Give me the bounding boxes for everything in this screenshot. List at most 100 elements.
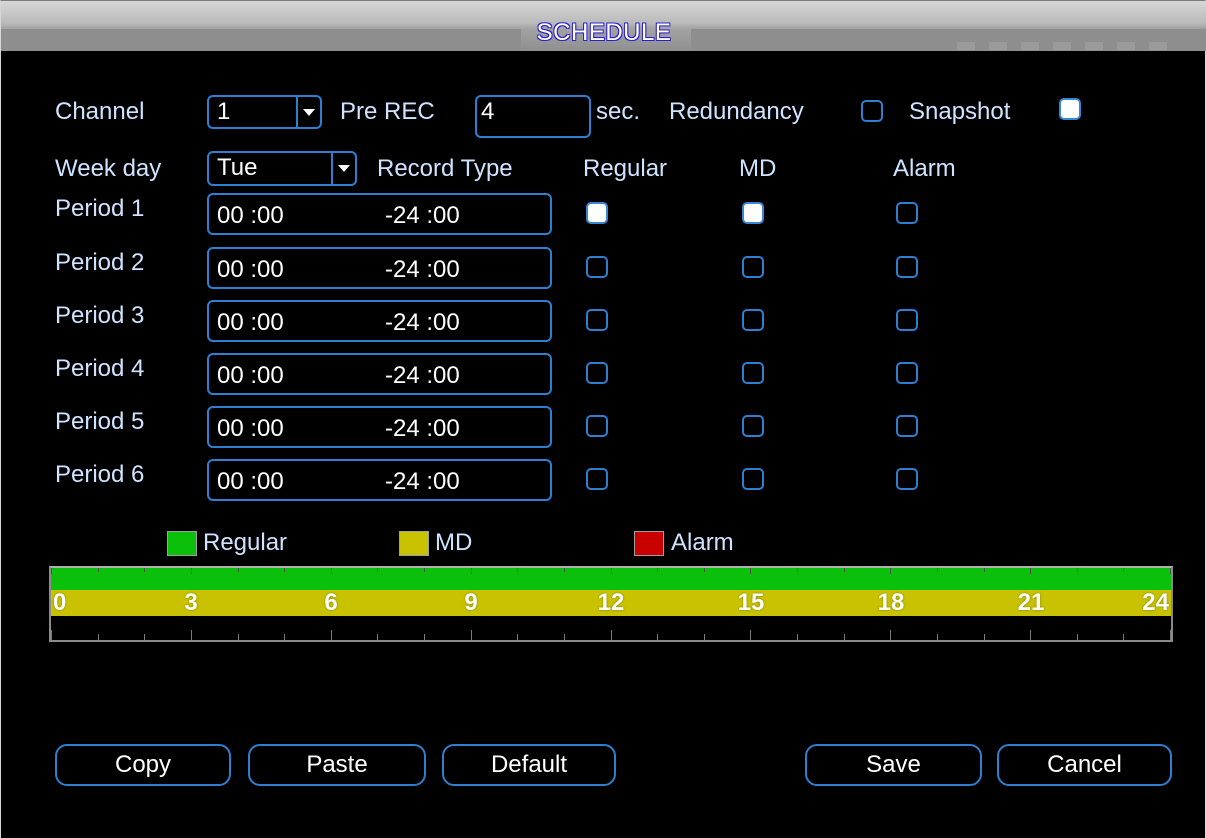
period-time-range[interactable]: 00 :00 -24 :00	[207, 459, 552, 501]
period-alarm-checkbox[interactable]	[896, 415, 918, 437]
timeline-tick	[1123, 568, 1124, 572]
period-end-time[interactable]: -24 :00	[385, 201, 460, 231]
period-label: Period 4	[55, 355, 145, 382]
timeline-hour-label: 12	[597, 589, 625, 616]
period-alarm-checkbox[interactable]	[896, 202, 918, 224]
schedule-window: SCHEDULE Channel 1 Pre REC 4 sec. Redund…	[0, 0, 1206, 838]
period-alarm-checkbox[interactable]	[896, 468, 918, 490]
cancel-button[interactable]: Cancel	[997, 744, 1172, 786]
timeline-tick	[797, 568, 798, 572]
period-regular-checkbox[interactable]	[586, 256, 608, 278]
channel-label: Channel	[55, 98, 145, 125]
timeline-tick	[144, 568, 145, 572]
timeline-tick	[51, 568, 52, 574]
paste-button[interactable]: Paste	[248, 744, 426, 786]
title-decoration	[957, 42, 1167, 50]
period-md-checkbox[interactable]	[742, 362, 764, 384]
timeline-tick	[191, 568, 192, 574]
legend-regular-label: Regular	[203, 529, 288, 556]
timeline-tick	[331, 630, 332, 640]
period-time-range[interactable]: 00 :00 -24 :00	[207, 353, 552, 395]
timeline-tick	[98, 634, 99, 640]
timeline-tick	[377, 568, 378, 572]
legend-alarm-label: Alarm	[671, 529, 734, 556]
period-time-range[interactable]: 00 :00 -24 :00	[207, 406, 552, 448]
timeline-tick	[1077, 634, 1078, 640]
timeline-hour-label: 24	[1142, 589, 1169, 616]
redundancy-checkbox[interactable]	[861, 100, 883, 122]
period-regular-checkbox[interactable]	[586, 468, 608, 490]
period-end-time[interactable]: -24 :00	[385, 255, 460, 285]
period-regular-checkbox[interactable]	[586, 202, 608, 224]
save-button[interactable]: Save	[805, 744, 982, 786]
period-md-checkbox[interactable]	[742, 202, 764, 224]
timeline-tick	[517, 634, 518, 640]
period-md-checkbox[interactable]	[742, 468, 764, 490]
period-start-time[interactable]: 00 :00	[217, 361, 284, 391]
period-label: Period 2	[55, 249, 145, 276]
col-regular-header: Regular	[583, 155, 668, 182]
period-time-range[interactable]: 00 :00 -24 :00	[207, 193, 552, 235]
period-alarm-checkbox[interactable]	[896, 309, 918, 331]
period-start-time[interactable]: 00 :00	[217, 255, 284, 285]
timeline-hour-label: 9	[464, 589, 478, 616]
period-end-time[interactable]: -24 :00	[385, 308, 460, 338]
prerec-input[interactable]: 4	[475, 95, 591, 138]
weekday-select[interactable]: Tue	[207, 151, 357, 186]
sec-label: sec.	[596, 98, 641, 125]
timeline-tick	[238, 634, 239, 640]
snapshot-checkbox[interactable]	[1059, 98, 1081, 120]
channel-select[interactable]: 1	[207, 95, 322, 129]
period-start-time[interactable]: 00 :00	[217, 308, 284, 338]
schedule-timeline[interactable]: 0 3 6 9 12 15 18 21 24	[49, 566, 1173, 642]
timeline-tick	[890, 568, 891, 574]
chevron-down-icon[interactable]	[331, 153, 355, 184]
weekday-label: Week day	[55, 155, 162, 182]
timeline-tick	[657, 568, 658, 572]
period-end-time[interactable]: -24 :00	[385, 467, 460, 497]
weekday-value: Tue	[217, 154, 258, 181]
timeline-tick	[750, 630, 751, 640]
period-md-checkbox[interactable]	[742, 309, 764, 331]
timeline-tick	[144, 634, 145, 640]
period-alarm-checkbox[interactable]	[896, 362, 918, 384]
period-start-time[interactable]: 00 :00	[217, 467, 284, 497]
period-alarm-checkbox[interactable]	[896, 256, 918, 278]
period-regular-checkbox[interactable]	[586, 415, 608, 437]
timeline-tick	[424, 568, 425, 572]
period-time-range[interactable]: 00 :00 -24 :00	[207, 300, 552, 342]
period-start-time[interactable]: 00 :00	[217, 201, 284, 231]
copy-button[interactable]: Copy	[55, 744, 231, 786]
timeline-tick	[657, 634, 658, 640]
timeline-tick	[377, 634, 378, 640]
period-end-time[interactable]: -24 :00	[385, 361, 460, 391]
timeline-tick	[284, 568, 285, 572]
default-button[interactable]: Default	[442, 744, 616, 786]
period-regular-checkbox[interactable]	[586, 362, 608, 384]
timeline-hour-label: 21	[1017, 589, 1045, 616]
period-md-checkbox[interactable]	[742, 415, 764, 437]
period-label: Period 3	[55, 302, 145, 329]
timeline-tick	[238, 568, 239, 572]
col-md-header: MD	[739, 155, 777, 182]
timeline-hour-label: 15	[737, 589, 765, 616]
chevron-down-icon[interactable]	[296, 97, 320, 127]
timeline-tick	[1123, 634, 1124, 640]
prerec-value: 4	[481, 98, 495, 125]
period-start-time[interactable]: 00 :00	[217, 414, 284, 444]
timeline-tick	[471, 568, 472, 574]
period-time-range[interactable]: 00 :00 -24 :00	[207, 247, 552, 289]
title-bar: SCHEDULE	[1, 1, 1206, 51]
timeline-hour-label: 6	[324, 589, 338, 616]
record-type-label: Record Type	[377, 155, 513, 182]
period-md-checkbox[interactable]	[742, 256, 764, 278]
period-regular-checkbox[interactable]	[586, 309, 608, 331]
timeline-tick	[191, 630, 192, 640]
timeline-tick	[797, 634, 798, 640]
timeline-tick	[564, 568, 565, 572]
timeline-tick	[844, 568, 845, 572]
timeline-tick	[51, 630, 52, 640]
period-end-time[interactable]: -24 :00	[385, 414, 460, 444]
period-label: Period 1	[55, 195, 145, 222]
timeline-hour-label: 0	[53, 589, 67, 616]
